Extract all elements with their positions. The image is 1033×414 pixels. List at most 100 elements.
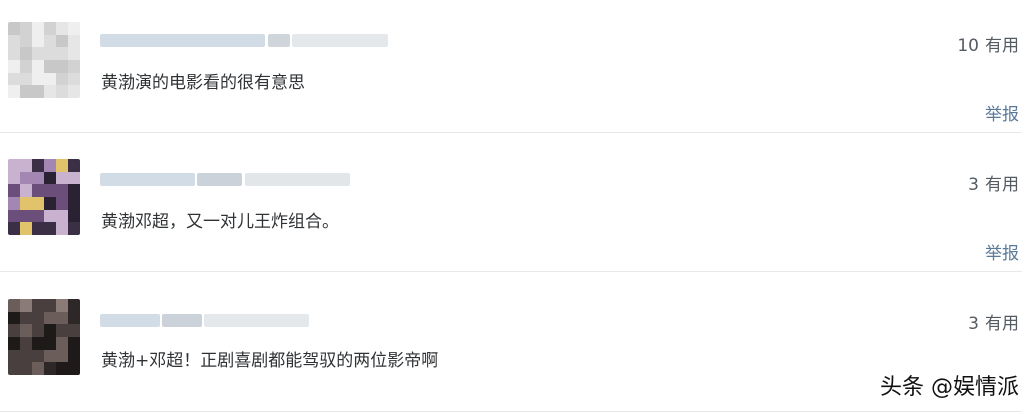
avatar-pixel — [32, 85, 44, 98]
report-link[interactable]: 举报 — [985, 239, 1019, 264]
avatar-pixel — [68, 72, 80, 86]
comment-text: 黄渤邓超，又一对儿王炸组合。 — [101, 212, 339, 232]
avatar-pixel — [44, 171, 56, 185]
report-link[interactable]: 举报 — [985, 100, 1019, 125]
username-blurred[interactable] — [100, 30, 400, 50]
avatar-pixel — [68, 159, 80, 172]
avatar-pixel — [56, 60, 68, 73]
avatar-pixel — [20, 47, 32, 60]
avatar-pixel — [44, 85, 56, 98]
avatar-pixel — [44, 22, 56, 35]
avatar-pixel — [20, 337, 32, 350]
avatar-pixel — [68, 209, 80, 223]
avatar-pixel — [56, 22, 68, 35]
avatar-pixel — [56, 337, 68, 350]
comment-text: 黄渤+邓超！正剧喜剧都能驾驭的两位影帝啊 — [101, 351, 439, 371]
avatar-pixel — [56, 349, 68, 363]
avatar-pixel — [56, 324, 68, 337]
avatar-pixel — [56, 362, 68, 375]
avatar-pixel — [20, 34, 32, 48]
avatar-pixel — [68, 337, 80, 350]
avatar-pixel — [20, 60, 32, 73]
avatar[interactable] — [8, 159, 80, 235]
avatar-pixel — [20, 171, 32, 185]
avatar-pixel — [44, 222, 56, 235]
avatar-pixel — [8, 72, 20, 86]
avatar-pixel — [20, 222, 32, 235]
avatar-pixel — [56, 85, 68, 98]
avatar-pixel — [32, 72, 44, 86]
avatar-pixel — [32, 362, 44, 375]
useful-count-label: 有用 — [985, 36, 1019, 56]
avatar-pixel — [32, 337, 44, 350]
avatar-pixel — [20, 22, 32, 35]
avatar-pixel — [8, 47, 20, 60]
avatar-pixel — [20, 349, 32, 363]
avatar-pixel — [56, 171, 68, 185]
avatar-pixel — [32, 60, 44, 73]
avatar[interactable] — [8, 22, 80, 98]
avatar-pixel — [32, 324, 44, 337]
username-blurred[interactable] — [100, 169, 400, 189]
useful-count[interactable]: 3 有用 — [968, 309, 1019, 334]
avatar-pixel — [68, 222, 80, 235]
avatar-pixel — [68, 362, 80, 375]
avatar-pixel — [44, 299, 56, 312]
avatar-pixel — [20, 85, 32, 98]
avatar-pixel — [8, 34, 20, 48]
avatar-pixel — [56, 72, 68, 86]
avatar-pixel — [44, 184, 56, 197]
avatar-pixel — [44, 337, 56, 350]
avatar-pixel — [68, 184, 80, 197]
avatar-pixel — [68, 299, 80, 312]
avatar-pixel — [20, 72, 32, 86]
avatar-pixel — [68, 60, 80, 73]
avatar-pixel — [44, 362, 56, 375]
username-blurred[interactable] — [100, 310, 400, 330]
avatar-pixel — [20, 184, 32, 197]
avatar-pixel — [20, 311, 32, 325]
avatar-pixel — [32, 209, 44, 223]
comment-text: 黄渤演的电影看的很有意思 — [101, 73, 305, 93]
useful-count-number: 10 — [957, 36, 979, 56]
avatar-pixel — [8, 311, 20, 325]
watermark-text: 头条 @娱情派 — [880, 375, 1019, 400]
avatar-pixel — [32, 299, 44, 312]
avatar-pixel — [68, 311, 80, 325]
avatar-pixel — [44, 34, 56, 48]
avatar-pixel — [44, 324, 56, 337]
avatar-pixel — [20, 299, 32, 312]
avatar-pixel — [20, 209, 32, 223]
avatar-pixel — [68, 22, 80, 35]
divider — [0, 411, 1022, 412]
avatar-pixel — [56, 311, 68, 325]
avatar-pixel — [56, 197, 68, 210]
avatar-pixel — [32, 222, 44, 235]
avatar-pixel — [8, 60, 20, 73]
avatar-pixel — [8, 197, 20, 210]
avatar-pixel — [68, 47, 80, 60]
comment-item: 10 有用 黄渤演的电影看的很有意思 举报 — [0, 0, 1033, 133]
avatar-pixel — [8, 222, 20, 235]
useful-count-number: 3 — [968, 175, 979, 195]
avatar[interactable] — [8, 299, 80, 375]
avatar-pixel — [8, 337, 20, 350]
avatar-pixel — [8, 324, 20, 337]
useful-count-label: 有用 — [985, 314, 1019, 334]
avatar-pixel — [32, 159, 44, 172]
avatar-pixel — [32, 349, 44, 363]
avatar-pixel — [32, 34, 44, 48]
avatar-pixel — [68, 85, 80, 98]
avatar-pixel — [8, 171, 20, 185]
avatar-pixel — [56, 299, 68, 312]
useful-count[interactable]: 10 有用 — [957, 31, 1019, 56]
useful-count-label: 有用 — [985, 175, 1019, 195]
avatar-pixel — [32, 184, 44, 197]
avatar-pixel — [32, 22, 44, 35]
avatar-pixel — [44, 349, 56, 363]
avatar-pixel — [20, 159, 32, 172]
avatar-pixel — [32, 311, 44, 325]
useful-count[interactable]: 3 有用 — [968, 170, 1019, 195]
avatar-pixel — [20, 197, 32, 210]
avatar-pixel — [56, 184, 68, 197]
